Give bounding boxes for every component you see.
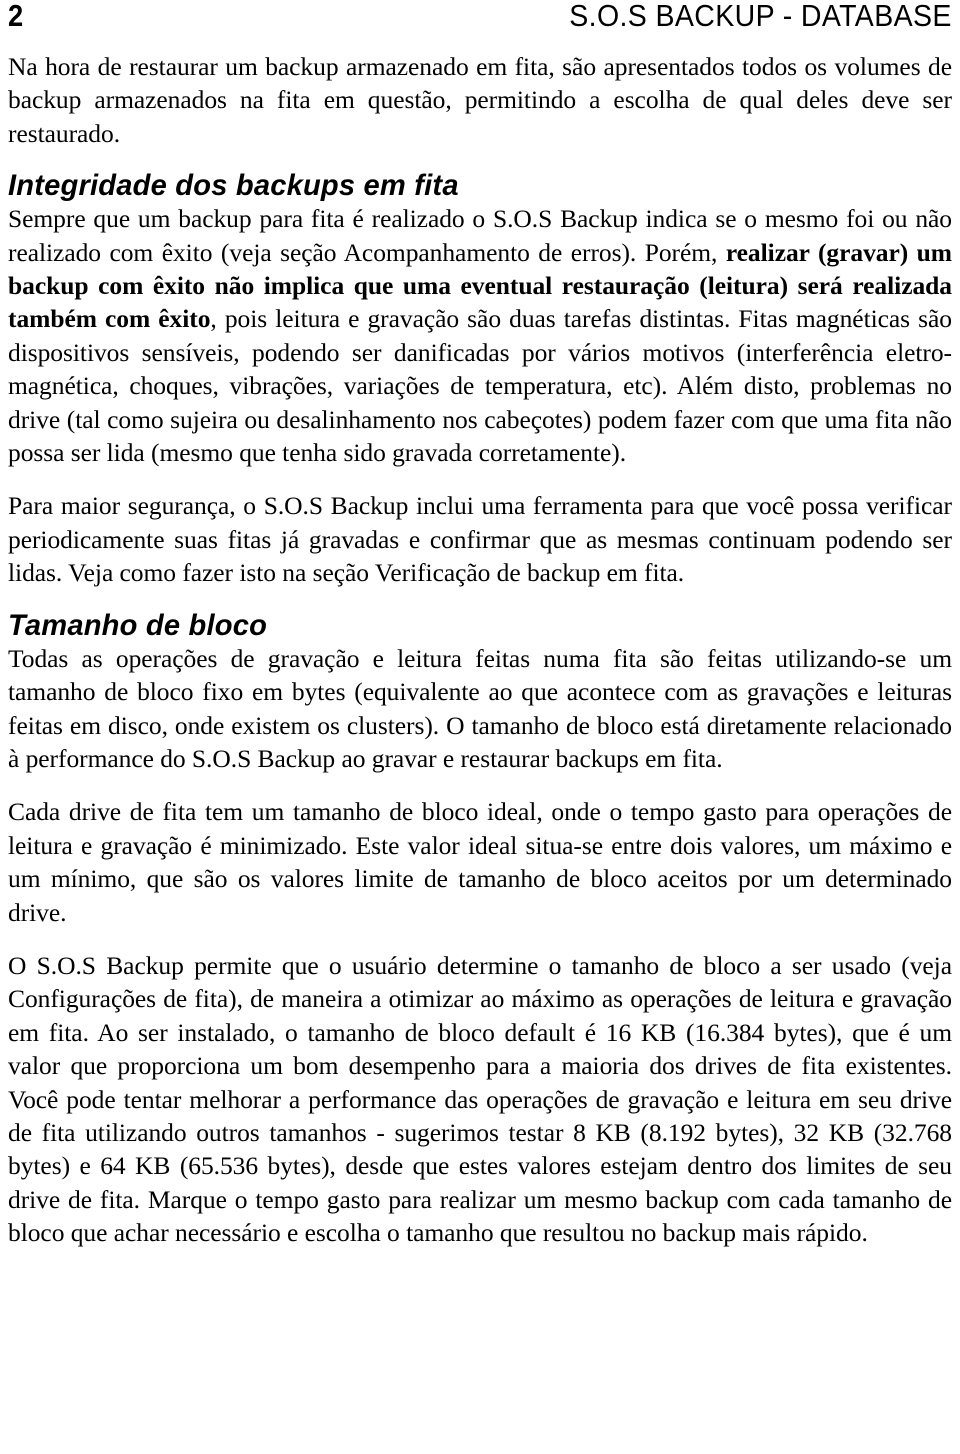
running-header: 2 S.O.S BACKUP - DATABASE [8,0,952,46]
page-number: 2 [8,0,23,33]
header-title: S.O.S BACKUP - DATABASE [569,0,952,33]
section-1-paragraph-2: Para maior segurança, o S.O.S Backup inc… [8,491,952,588]
section-2-paragraph-2: Cada drive de fita tem um tamanho de blo… [8,797,952,927]
intro-paragraph: Na hora de restaurar um backup armazenad… [8,52,952,148]
document-body: Na hora de restaurar um backup armazenad… [8,50,952,1250]
document-page: 2 S.O.S BACKUP - DATABASE Na hora de res… [0,0,960,1454]
section-2-paragraph-1: Todas as operações de gravação e leitura… [8,643,952,773]
section-heading-tamanho-de-bloco: Tamanho de bloco [8,608,268,642]
section-heading-integridade: Integridade dos backups em fita [8,169,459,203]
section-2-paragraph-3: O S.O.S Backup permite que o usuário det… [8,950,952,1248]
section-1-paragraph-1: Sempre que um backup para fita é realiza… [8,202,952,469]
